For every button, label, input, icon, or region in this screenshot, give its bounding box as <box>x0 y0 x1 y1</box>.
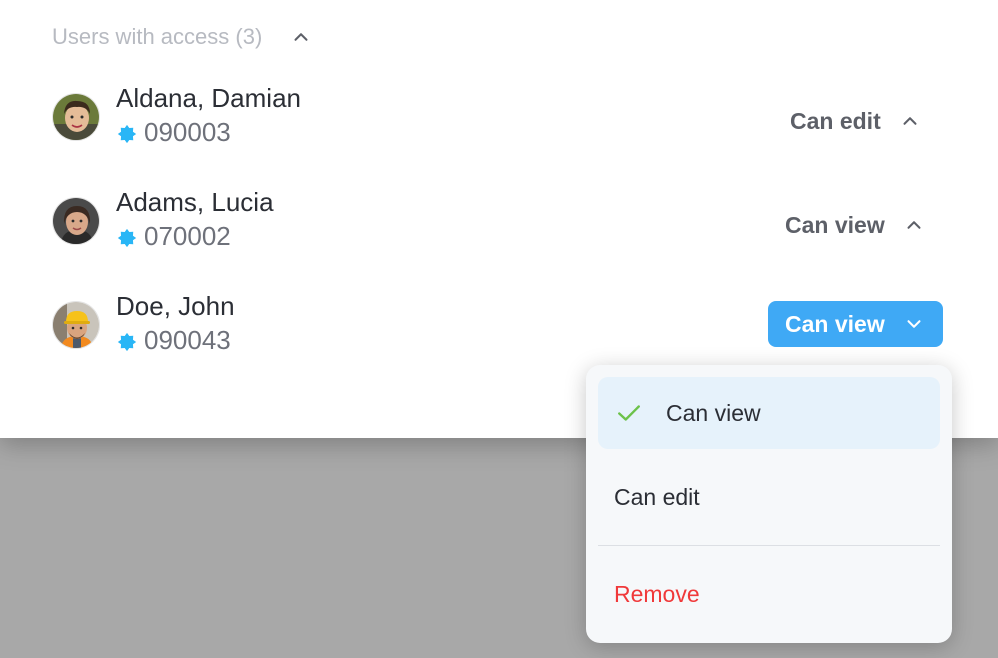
section-title: Users with access (3) <box>52 24 263 49</box>
menu-item-label: Remove <box>614 580 700 607</box>
user-row: Doe, John 090043 Can view <box>52 291 952 362</box>
permission-dropdown[interactable]: Can view <box>785 202 925 248</box>
user-id: 090003 <box>116 117 231 148</box>
user-name: Aldana, Damian <box>116 83 301 113</box>
user-row: Adams, Lucia 070002 Can view <box>52 187 952 258</box>
permission-label: Can view <box>785 310 885 337</box>
user-id: 090043 <box>116 325 231 356</box>
avatar <box>52 93 100 141</box>
permission-dropdown[interactable]: Can edit <box>790 98 921 144</box>
user-id-value: 090003 <box>144 117 231 147</box>
avatar <box>52 301 100 349</box>
chevron-up-icon <box>907 221 921 229</box>
menu-item-can-edit[interactable]: Can edit <box>598 461 940 533</box>
chevron-up-icon <box>903 117 917 125</box>
chevron-down-icon <box>907 320 921 328</box>
verified-badge-icon <box>117 332 137 351</box>
user-id-value: 070002 <box>144 221 231 251</box>
menu-item-can-view[interactable]: Can view <box>598 377 940 449</box>
menu-divider <box>598 545 940 546</box>
permission-label: Can edit <box>790 107 881 134</box>
users-with-access-header[interactable]: Users with access (3) <box>52 24 312 50</box>
menu-item-label: Can edit <box>614 483 700 510</box>
permission-label: Can view <box>785 211 885 238</box>
permission-dropdown[interactable]: Can view <box>768 301 943 347</box>
user-name: Adams, Lucia <box>116 187 274 217</box>
menu-item-label: Can view <box>666 399 761 426</box>
chevron-up-icon[interactable] <box>290 26 312 48</box>
permission-menu: Can view Can edit Remove <box>586 365 952 643</box>
verified-badge-icon <box>117 124 137 143</box>
user-id: 070002 <box>116 221 231 252</box>
menu-item-remove[interactable]: Remove <box>598 558 940 630</box>
user-id-value: 090043 <box>144 325 231 355</box>
verified-badge-icon <box>117 228 137 247</box>
check-icon <box>618 405 640 421</box>
avatar <box>52 197 100 245</box>
user-row: Aldana, Damian 090003 Can edit <box>52 83 952 154</box>
user-name: Doe, John <box>116 291 235 321</box>
